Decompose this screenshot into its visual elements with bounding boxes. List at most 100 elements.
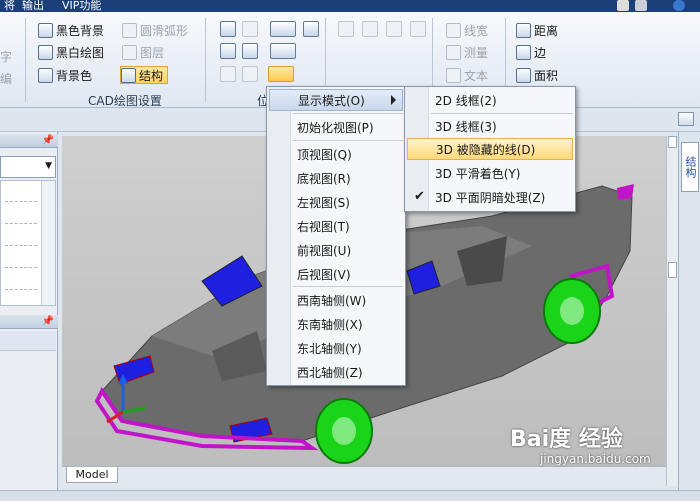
black-background-button[interactable]: 黑色背景 <box>38 21 104 39</box>
smooth-arc-button[interactable]: 圆滑弧形 <box>122 21 188 39</box>
smooth-arc-icon <box>122 22 137 38</box>
menu-item-init-view[interactable]: 初始化视图(P) <box>269 116 374 138</box>
area-button[interactable]: 面积 <box>516 66 558 84</box>
minimize-icon[interactable] <box>635 0 647 11</box>
back-arrow-icon[interactable] <box>338 21 354 37</box>
zoom-extents-icon[interactable] <box>220 43 236 59</box>
text-label: 文本 <box>464 68 489 83</box>
menu-separator <box>293 113 403 114</box>
edge-button[interactable]: 边 <box>516 43 546 61</box>
scroll-up-icon[interactable] <box>668 136 677 148</box>
left-panel-header: 📌 <box>0 134 58 148</box>
watermark-url: jingyan.baidu.com <box>540 452 651 466</box>
smooth-arc-label: 圆滑弧形 <box>140 23 189 38</box>
menu-item-label: 显示模式(O) <box>298 93 365 108</box>
text-button[interactable]: 文本 <box>446 66 488 84</box>
view-orbit-dropdown-icon[interactable] <box>268 66 294 82</box>
pin-icon[interactable]: 📌 <box>42 134 54 147</box>
menu-separator <box>293 140 403 141</box>
zoom-realtime-icon[interactable] <box>242 21 258 37</box>
ribbon-fragment-1: 字 <box>0 50 13 64</box>
left-panel-dropdown[interactable]: ▼ <box>0 156 56 178</box>
list-item <box>5 223 37 224</box>
status-bar <box>0 490 700 501</box>
menu-separator <box>293 286 403 287</box>
menu-item-output[interactable]: 输出 <box>22 0 44 12</box>
zoom-in-icon[interactable] <box>270 21 296 37</box>
print-icon[interactable] <box>410 21 426 37</box>
menu-item-back-view[interactable]: 后视图(V) <box>269 263 351 285</box>
ribbon-separator <box>205 18 206 102</box>
model-tab-bar: Model <box>62 466 666 486</box>
structure-button[interactable]: 结构 <box>120 66 169 84</box>
background-color-button[interactable]: 背景色 <box>38 66 92 84</box>
layers-button[interactable]: 图层 <box>122 43 164 61</box>
zoom-out-icon[interactable] <box>270 43 296 59</box>
zoom-all-icon[interactable] <box>242 43 258 59</box>
menu-bar: 将 输出 VIP功能 <box>0 0 700 12</box>
measure-icon <box>446 44 461 60</box>
zoom-window-icon[interactable] <box>220 21 236 37</box>
model-tab[interactable]: Model <box>66 467 118 483</box>
list-item <box>5 245 37 246</box>
line-width-label: 线宽 <box>464 23 489 38</box>
viewport-scrollbar[interactable] <box>666 136 678 486</box>
menu-item-left-view[interactable]: 左视图(S) <box>269 191 350 213</box>
left-panel-list[interactable] <box>0 180 56 306</box>
structure-label: 结构 <box>139 68 164 83</box>
menu-item-top-view[interactable]: 顶视图(Q) <box>269 143 352 165</box>
line-width-button[interactable]: 线宽 <box>446 21 488 39</box>
measure-button[interactable]: 测量 <box>446 43 488 61</box>
menu-item-sw-iso[interactable]: 西南轴侧(W) <box>269 289 366 311</box>
menu-item-0[interactable]: 将 <box>4 0 15 12</box>
layers-label: 图层 <box>140 45 165 60</box>
distance-label: 距离 <box>534 23 559 38</box>
pan-hand-icon[interactable] <box>303 21 319 37</box>
forward-arrow-icon[interactable] <box>362 21 378 37</box>
left-panel-header-2: 📌 <box>0 315 58 329</box>
menu-item-nw-iso[interactable]: 西北轴侧(Z) <box>269 361 363 383</box>
submenu-item-2d-wireframe[interactable]: 2D 线框(2) <box>407 89 497 111</box>
black-white-drawing-button[interactable]: 黑白绘图 <box>38 43 104 61</box>
display-mode-submenu: 2D 线框(2) 3D 线框(3) 3D 被隐藏的线(D) 3D 平滑着色(Y)… <box>404 86 576 212</box>
distance-button[interactable]: 距离 <box>516 21 558 39</box>
zoom-previous-icon[interactable] <box>220 66 236 82</box>
menu-item-vip[interactable]: VIP功能 <box>62 0 101 12</box>
distance-icon <box>516 22 531 38</box>
help-icon[interactable] <box>673 0 685 11</box>
view-context-menu: 显示模式(O) 初始化视图(P) 顶视图(Q) 底视图(R) 左视图(S) 右视… <box>266 86 406 386</box>
menu-item-bottom-view[interactable]: 底视图(R) <box>269 167 351 189</box>
chevron-down-icon: ▼ <box>45 161 52 171</box>
edge-label: 边 <box>534 45 547 60</box>
regen-icon[interactable] <box>242 66 258 82</box>
background-color-label: 背景色 <box>56 68 93 83</box>
cad-settings-group-label: CAD绘图设置 <box>88 94 162 108</box>
menu-item-right-view[interactable]: 右视图(T) <box>269 215 350 237</box>
export-icon[interactable] <box>386 21 402 37</box>
list-scrollbar[interactable] <box>41 181 55 305</box>
structure-icon <box>121 67 136 83</box>
list-item <box>5 267 37 268</box>
layers-icon <box>122 44 137 60</box>
submenu-item-3d-wireframe[interactable]: 3D 线框(3) <box>407 115 497 137</box>
ribbon-separator <box>25 18 26 102</box>
measure-label: 测量 <box>464 45 489 60</box>
menu-item-front-view[interactable]: 前视图(U) <box>269 239 351 261</box>
list-item <box>5 201 37 202</box>
submenu-arrow-icon <box>391 95 396 105</box>
structure-side-tab[interactable]: 结构 <box>681 142 699 192</box>
pin-icon[interactable]: 📌 <box>42 315 54 328</box>
menu-item-ne-iso[interactable]: 东北轴侧(Y) <box>269 337 362 359</box>
submenu-item-3d-flat[interactable]: ✔ 3D 平面阴暗处理(Z) <box>407 186 545 208</box>
menu-separator <box>431 113 573 114</box>
menu-item-se-iso[interactable]: 东南轴侧(X) <box>269 313 363 335</box>
left-panel-row[interactable] <box>0 331 56 351</box>
submenu-item-3d-hidden[interactable]: 3D 被隐藏的线(D) <box>407 138 573 160</box>
baidu-watermark: Bai度 经验 jingyan.baidu.com <box>510 427 651 467</box>
watermark-brand: Bai度 <box>510 427 572 452</box>
scroll-thumb[interactable] <box>668 262 677 278</box>
menu-item-display-mode[interactable]: 显示模式(O) <box>269 89 403 111</box>
ribbon-collapse-icon[interactable] <box>678 112 694 126</box>
submenu-item-3d-smooth[interactable]: 3D 平滑着色(Y) <box>407 162 520 184</box>
restore-icon[interactable] <box>617 0 629 11</box>
